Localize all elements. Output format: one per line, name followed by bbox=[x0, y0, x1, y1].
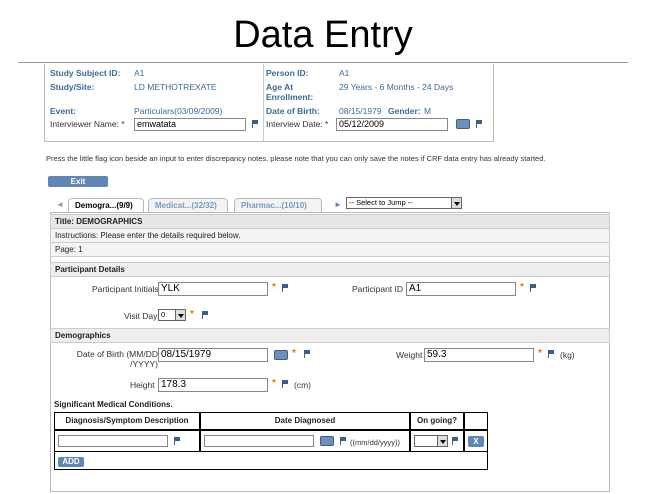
col-ongoing-header: On going? bbox=[410, 412, 464, 430]
event-value: Particulars(03/09/2009) bbox=[134, 106, 223, 116]
dob-field-label: Date of Birth (MM/DD /YYYY) bbox=[76, 349, 158, 369]
participant-details-header: Participant Details bbox=[50, 262, 610, 277]
required-mark: * bbox=[272, 282, 276, 293]
initials-input[interactable]: YLK bbox=[158, 282, 268, 296]
col-date-header: Date Diagnosed bbox=[200, 412, 410, 430]
height-label: Height bbox=[130, 380, 155, 390]
chevron-down-icon bbox=[437, 436, 447, 446]
flag-icon[interactable] bbox=[174, 437, 181, 445]
screenshot-region: Study Subject ID: A1 Person ID: A1 Study… bbox=[44, 64, 614, 492]
calendar-icon[interactable] bbox=[456, 119, 470, 129]
gender-value: M bbox=[424, 106, 432, 116]
required-mark: * bbox=[292, 348, 296, 359]
crf-title: Title: DEMOGRAPHICS bbox=[50, 214, 610, 229]
add-row-button[interactable]: ADD bbox=[58, 457, 84, 467]
crf-page: Page: 1 bbox=[50, 242, 610, 257]
tab-medications[interactable]: Medicat...(32/32) bbox=[148, 198, 228, 212]
study-site-value: LD METHOTREXATE bbox=[134, 82, 217, 92]
flag-icon[interactable] bbox=[530, 284, 537, 292]
participant-id-label: Participant ID bbox=[352, 284, 404, 294]
weight-input[interactable]: 59.3 bbox=[424, 348, 534, 362]
flag-icon[interactable] bbox=[202, 311, 209, 319]
dob-input[interactable]: 08/15/1979 bbox=[158, 348, 268, 362]
height-input[interactable]: 178.3 bbox=[158, 378, 268, 392]
calendar-icon[interactable] bbox=[320, 436, 334, 446]
person-id-label: Person ID: bbox=[266, 68, 309, 78]
interview-date-input[interactable]: 05/12/2009 bbox=[336, 118, 448, 131]
tab-demographics[interactable]: Demogra...(9/9) bbox=[68, 198, 144, 212]
date-diagnosed-input[interactable] bbox=[204, 435, 314, 447]
flag-icon[interactable] bbox=[340, 437, 347, 445]
gender-label: Gender: bbox=[388, 106, 421, 116]
ongoing-select[interactable] bbox=[414, 435, 448, 447]
title-divider bbox=[18, 62, 628, 63]
visit-day-label: Visit Day bbox=[124, 311, 158, 321]
height-unit: (cm) bbox=[294, 380, 311, 390]
interview-date-label: Interview Date: * bbox=[266, 119, 329, 129]
visit-day-select[interactable]: 0 bbox=[158, 309, 186, 321]
slide-title: Data Entry bbox=[233, 14, 413, 56]
study-site-label: Study/Site: bbox=[50, 82, 95, 92]
remove-row-button[interactable]: X bbox=[468, 436, 484, 447]
flag-icon[interactable] bbox=[548, 350, 555, 358]
initials-label: Participant Initials bbox=[92, 284, 159, 294]
required-mark: * bbox=[520, 282, 524, 293]
required-mark: * bbox=[538, 348, 542, 359]
date-format-hint: ((mm/dd/yyyy)) bbox=[350, 438, 400, 447]
age-value: 29 Years - 6 Months - 24 Days bbox=[339, 82, 454, 92]
exit-button[interactable]: Exit bbox=[48, 176, 108, 187]
flag-icon[interactable] bbox=[452, 437, 459, 445]
study-subject-id-label: Study Subject ID: bbox=[50, 68, 121, 78]
demographics-header: Demographics bbox=[50, 328, 610, 343]
jump-select[interactable]: -- Select to Jump -- bbox=[346, 197, 462, 209]
diagnosis-input[interactable] bbox=[58, 435, 168, 447]
tab-scroll-right-icon[interactable]: ► bbox=[334, 200, 342, 209]
tab-pharmacy[interactable]: Pharmac...(10/10) bbox=[234, 198, 322, 212]
calendar-icon[interactable] bbox=[274, 350, 288, 360]
chevron-down-icon bbox=[451, 198, 461, 208]
visit-day-value: 0 bbox=[161, 310, 166, 319]
flag-icon[interactable] bbox=[476, 120, 483, 128]
jump-select-value: -- Select to Jump -- bbox=[349, 198, 413, 207]
dob-label: Date of Birth: bbox=[266, 106, 320, 116]
required-mark: * bbox=[190, 309, 194, 320]
weight-unit: (kg) bbox=[560, 350, 575, 360]
study-subject-id-value: A1 bbox=[134, 68, 145, 78]
interviewer-input[interactable]: emwatata bbox=[134, 118, 246, 131]
flag-icon[interactable] bbox=[282, 284, 289, 292]
tab-scroll-left-icon[interactable]: ◄ bbox=[56, 200, 64, 209]
age-label: Age At Enrollment: bbox=[266, 82, 314, 102]
conditions-header: Significant Medical Conditions. bbox=[54, 400, 173, 409]
flag-icon[interactable] bbox=[252, 120, 259, 128]
required-mark: * bbox=[272, 378, 276, 389]
dob-value: 08/15/1979 bbox=[339, 106, 382, 116]
weight-label: Weight bbox=[396, 350, 423, 360]
col-diagnosis-header: Diagnosis/Symptom Description bbox=[54, 412, 200, 430]
person-id-value: A1 bbox=[339, 68, 350, 78]
crf-instructions: Instructions: Please enter the details r… bbox=[50, 228, 610, 243]
interviewer-label: Interviewer Name: * bbox=[50, 119, 125, 129]
flag-icon[interactable] bbox=[282, 380, 289, 388]
flag-icon[interactable] bbox=[304, 350, 311, 358]
discrepancy-notice: Press the little flag icon beside an inp… bbox=[46, 154, 546, 163]
chevron-down-icon bbox=[175, 310, 185, 320]
event-label: Event: bbox=[50, 106, 76, 116]
participant-id-input[interactable]: A1 bbox=[406, 282, 516, 296]
col-action-header bbox=[464, 412, 488, 430]
subject-info-divider bbox=[263, 64, 264, 142]
